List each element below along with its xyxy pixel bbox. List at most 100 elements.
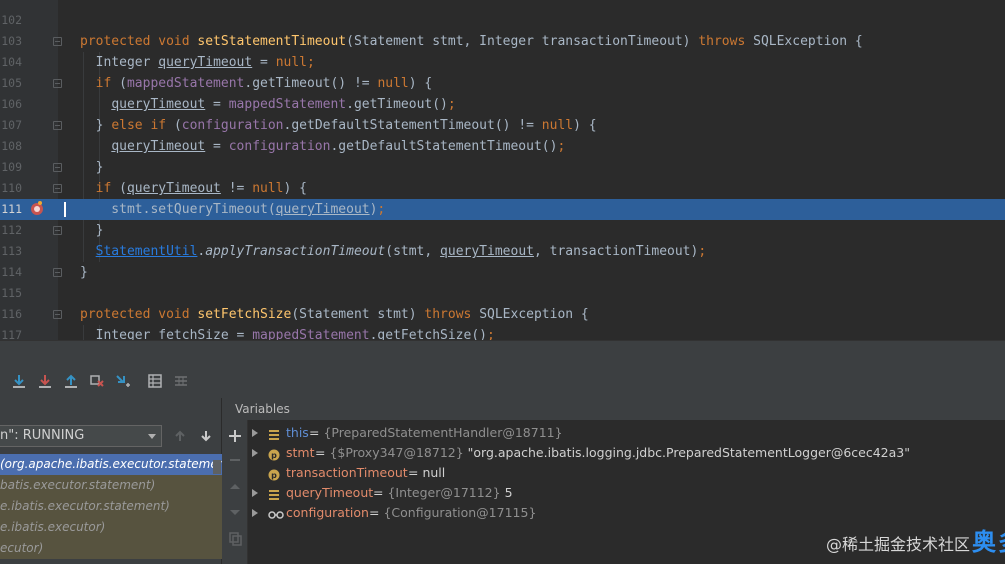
fold-marker-icon[interactable]	[53, 163, 62, 172]
step-out-icon[interactable]	[63, 373, 79, 389]
frames-scrollbar[interactable]	[213, 460, 221, 474]
arrow-down-icon[interactable]	[198, 428, 214, 444]
move-down-icon[interactable]	[227, 504, 243, 520]
code-line[interactable]: 106 queryTimeout = mappedStatement.getTi…	[0, 94, 1005, 115]
variable-row[interactable]: p transactionTimeout = null	[248, 463, 1005, 483]
variable-row[interactable]: p stmt = {$Proxy347@18712} "org.apache.ib…	[248, 443, 1005, 463]
line-number[interactable]: 111	[0, 199, 22, 220]
code-text: stmt.setQueryTimeout(queryTimeout);	[80, 199, 385, 220]
line-number[interactable]: 108	[0, 136, 22, 157]
code-token: ;	[487, 328, 495, 340]
line-number[interactable]: 115	[0, 283, 22, 304]
thread-selector[interactable]: n": RUNNING	[0, 425, 162, 447]
line-number[interactable]: 104	[0, 52, 22, 73]
variable-row[interactable]: this = {PreparedStatementHandler@18711}	[248, 423, 1005, 443]
code-text: }	[80, 157, 104, 178]
expand-arrow-icon[interactable]	[252, 449, 258, 457]
step-into-icon[interactable]	[37, 373, 53, 389]
code-token: .getDefaultStatementTimeout() !=	[283, 118, 542, 133]
code-text: if (queryTimeout != null) {	[80, 178, 307, 199]
code-token: null	[377, 76, 409, 91]
code-token: ;	[698, 244, 707, 259]
code-editor[interactable]: 102 103 protected void setStatementTimeout…	[0, 0, 1005, 340]
code-line[interactable]: 103 protected void setStatementTimeout(St…	[0, 31, 1005, 52]
debug-toolbar	[0, 340, 1005, 398]
code-token: }	[80, 160, 104, 175]
code-line[interactable]: 108 queryTimeout = configuration.getDefa…	[0, 136, 1005, 157]
code-token: queryTimeout	[275, 202, 370, 217]
line-number[interactable]: 113	[0, 241, 22, 262]
frame-item[interactable]: (org.apache.ibatis.executor.statement)	[0, 454, 222, 475]
text-caret	[64, 202, 66, 217]
line-number[interactable]: 116	[0, 304, 22, 325]
fold-marker-icon[interactable]	[53, 226, 62, 235]
trace-icon[interactable]	[173, 373, 189, 389]
expand-arrow-icon[interactable]	[252, 509, 258, 517]
code-line[interactable]: 109 }	[0, 157, 1005, 178]
code-line[interactable]: 110 if (queryTimeout != null) {	[0, 178, 1005, 199]
code-line[interactable]: 107 } else if (configuration.getDefaultS…	[0, 115, 1005, 136]
frame-item[interactable]: batis.executor.statement)	[0, 475, 222, 496]
breakpoint-icon[interactable]	[31, 201, 43, 215]
line-number[interactable]: 103	[0, 31, 22, 52]
line-number[interactable]: 107	[0, 115, 22, 136]
frame-item[interactable]: e.ibatis.executor)	[0, 517, 222, 538]
line-number[interactable]: 114	[0, 262, 22, 283]
variable-row[interactable]: queryTimeout = {Integer@17112} 5	[248, 483, 1005, 503]
fold-marker-icon[interactable]	[53, 79, 62, 88]
fold-marker-icon[interactable]	[53, 37, 62, 46]
svg-text:p: p	[271, 471, 277, 480]
fold-marker-icon[interactable]	[53, 268, 62, 277]
code-token: null	[541, 118, 574, 133]
expand-arrow-icon[interactable]	[252, 489, 258, 497]
code-token: (Statement stmt, Integer transactionTime…	[346, 34, 699, 49]
fold-marker-icon[interactable]	[53, 310, 62, 319]
fold-marker-icon[interactable]	[53, 184, 62, 193]
evaluate-expression-icon[interactable]	[147, 373, 163, 389]
line-number[interactable]: 102	[0, 10, 22, 31]
code-line[interactable]: 105 if (mappedStatement.getTimeout() != …	[0, 73, 1005, 94]
add-watch-icon[interactable]	[227, 428, 243, 444]
line-number[interactable]: 110	[0, 178, 22, 199]
line-number[interactable]: 109	[0, 157, 22, 178]
drop-frame-icon[interactable]	[89, 373, 105, 389]
remove-watch-icon[interactable]	[227, 452, 243, 468]
code-token: setFetchSize	[197, 307, 292, 322]
fold-marker-icon[interactable]	[53, 121, 62, 130]
variable-value: = {PreparedStatementHandler@18711}	[309, 425, 563, 440]
code-text: }	[80, 220, 104, 241]
step-over-icon[interactable]	[11, 373, 27, 389]
code-text: protected void setFetchSize(Statement st…	[80, 304, 589, 325]
code-line[interactable]: 102	[0, 10, 1005, 31]
line-number[interactable]: 112	[0, 220, 22, 241]
line-number[interactable]: 106	[0, 94, 22, 115]
frame-item[interactable]: ecutor)	[0, 538, 222, 559]
move-up-icon[interactable]	[227, 478, 243, 494]
code-token: (	[119, 76, 127, 91]
expand-arrow-icon[interactable]	[252, 429, 258, 437]
line-number[interactable]: 117	[0, 325, 22, 340]
code-line[interactable]: 104 Integer queryTimeout = null;	[0, 52, 1005, 73]
code-token: .getTimeout()	[346, 97, 448, 112]
variable-value: = null	[408, 465, 446, 480]
variable-type: {Integer@17112}	[387, 485, 501, 500]
code-line[interactable]: 113 StatementUtil.applyTransactionTimeou…	[0, 241, 1005, 262]
run-to-cursor-icon[interactable]	[115, 373, 131, 389]
code-line[interactable]: 114}	[0, 262, 1005, 283]
copy-icon[interactable]	[227, 530, 243, 546]
code-line[interactable]: 117 Integer fetchSize = mappedStatement.…	[0, 325, 1005, 340]
code-token: if	[95, 181, 120, 196]
code-line[interactable]: 111 stmt.setQueryTimeout(queryTimeout);	[0, 199, 1005, 220]
frame-item[interactable]: e.ibatis.executor.statement)	[0, 496, 222, 517]
code-line[interactable]: 115	[0, 283, 1005, 304]
chevron-down-icon	[148, 434, 156, 439]
arrow-up-icon[interactable]	[172, 428, 188, 444]
code-line[interactable]: 116 protected void setFetchSize(Statement…	[0, 304, 1005, 325]
code-token: SQLException {	[753, 34, 863, 49]
code-line[interactable]: 112 }	[0, 220, 1005, 241]
line-number[interactable]: 105	[0, 73, 22, 94]
code-token: protected void	[80, 307, 198, 322]
variable-row[interactable]: configuration = {Configuration@17115}	[248, 503, 1005, 523]
